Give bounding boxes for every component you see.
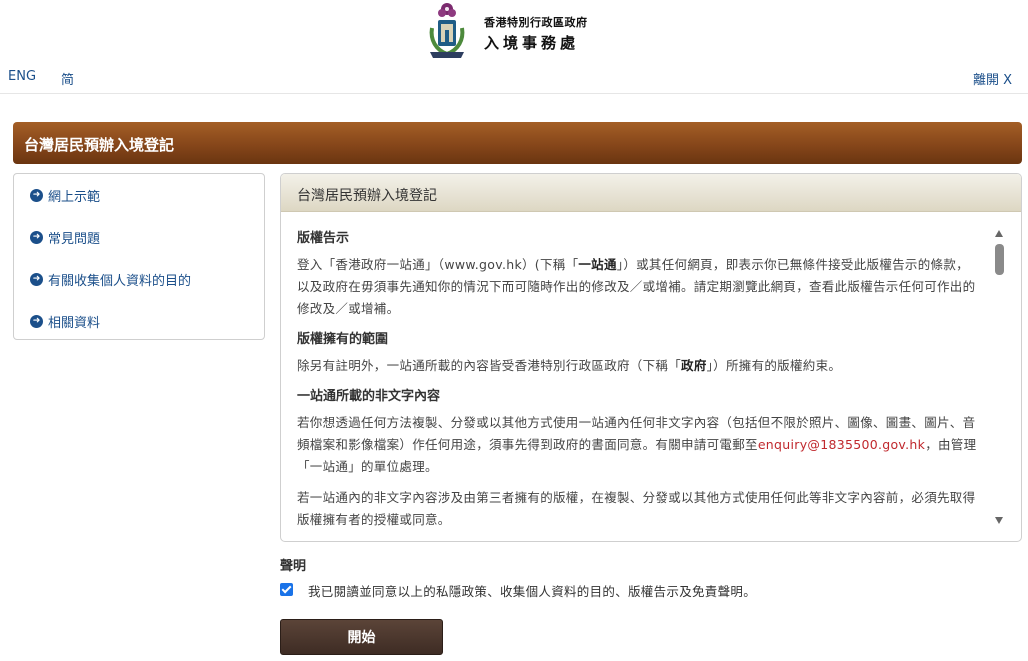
scroll-down-arrow-icon[interactable]: [995, 517, 1003, 524]
enquiry-email-link[interactable]: enquiry@1835500.gov.hk: [758, 437, 925, 452]
section-title-copyright-scope: 版權擁有的範圍: [297, 332, 389, 347]
lang-simplified-link[interactable]: 简: [61, 69, 74, 88]
scroll-thumb[interactable]: [995, 244, 1004, 275]
circle-arrow-right-icon: ➜: [30, 314, 43, 328]
circle-arrow-right-icon: ➜: [30, 188, 43, 202]
circle-arrow-right-icon: ➜: [30, 230, 43, 244]
logo-department-name: 入境事務處: [484, 34, 580, 52]
declaration-title: 聲明: [280, 559, 307, 574]
sidebar-item-related-info[interactable]: ➜ 相關資料: [30, 311, 100, 331]
copyright-scope-paragraph: 除另有註明外，一站通所載的內容皆受香港特別行政區政府（下稱「政府」）所擁有的版權…: [297, 355, 977, 377]
scroll-up-arrow-icon[interactable]: [995, 230, 1003, 237]
text-run: 除另有註明外，一站通所載的內容皆受香港特別行政區政府（下稱「: [297, 358, 682, 373]
sidebar-nav: ➜ 網上示範 ➜ 常見問題 ➜ 有關收集個人資料的目的 ➜ 相關資料: [13, 173, 265, 340]
notice-scroll-area[interactable]: 版權告示 登入「香港政府一站通」（www.gov.hk）(下稱「一站通」）或其任…: [297, 228, 977, 528]
third-party-content-paragraph: 若一站通內的非文字內容涉及由第三者擁有的版權，在複製、分發或以其他方式使用任何此…: [297, 490, 976, 527]
text-run: 」）所擁有的版權約束。: [706, 358, 842, 373]
page-title: 台灣居民預辦入境登記: [24, 136, 175, 154]
panel-header: 台灣居民預辦入境登記: [281, 174, 1021, 212]
declaration-text: 我已閱讀並同意以上的私隱政策、收集個人資料的目的、版權告示及免責聲明。: [308, 584, 757, 599]
section-title-copyright-notice: 版權告示: [297, 231, 350, 246]
sidebar-item-label: 相關資料: [48, 315, 101, 331]
sidebar-item-label: 有關收集個人資料的目的: [48, 273, 192, 289]
page-title-bar: 台灣居民預辦入境登記: [13, 122, 1022, 164]
circle-arrow-right-icon: ➜: [30, 272, 43, 286]
panel-title: 台灣居民預辦入境登記: [297, 188, 437, 204]
section-title-non-text-content: 一站通所載的非文字內容: [297, 389, 441, 404]
sidebar-item-personal-data-purpose[interactable]: ➜ 有關收集個人資料的目的: [30, 269, 191, 289]
site-header: 香港特別行政區政府 入境事務處 ENG 简 離開 X: [0, 0, 1028, 94]
sidebar-item-online-demo[interactable]: ➜ 網上示範: [30, 185, 100, 205]
logo-government-name: 香港特別行政區政府: [484, 16, 588, 29]
sidebar-item-faq[interactable]: ➜ 常見問題: [30, 227, 100, 247]
non-text-content-paragraph: 若你想透過任何方法複製、分發或以其他方式使用一站通內任何非文字內容（包括但不限於…: [297, 412, 977, 478]
department-logo: 香港特別行政區政府 入境事務處: [422, 0, 612, 62]
text-run-bold: 一站通: [578, 257, 617, 272]
logo-text: 香港特別行政區政府 入境事務處: [484, 14, 588, 53]
sidebar-item-label: 網上示範: [48, 189, 101, 205]
notice-panel: 台灣居民預辦入境登記 版權告示 登入「香港政府一站通」（www.gov.hk）(…: [280, 173, 1022, 542]
sidebar-item-label: 常見問題: [48, 231, 101, 247]
panel-scrollbar[interactable]: [992, 228, 1006, 528]
text-run: 登入「香港政府一站通」（www.gov.hk）(下稱「: [297, 257, 579, 272]
copyright-notice-paragraph: 登入「香港政府一站通」（www.gov.hk）(下稱「一站通」）或其任何網頁，即…: [297, 254, 977, 320]
text-run-bold: 政府: [681, 358, 707, 373]
declaration-checkbox[interactable]: [280, 583, 293, 596]
exit-link[interactable]: 離開 X: [973, 69, 1012, 88]
hk-immigration-emblem-icon: [429, 3, 465, 58]
lang-english-link[interactable]: ENG: [8, 69, 36, 84]
start-button[interactable]: 開始: [280, 619, 443, 655]
